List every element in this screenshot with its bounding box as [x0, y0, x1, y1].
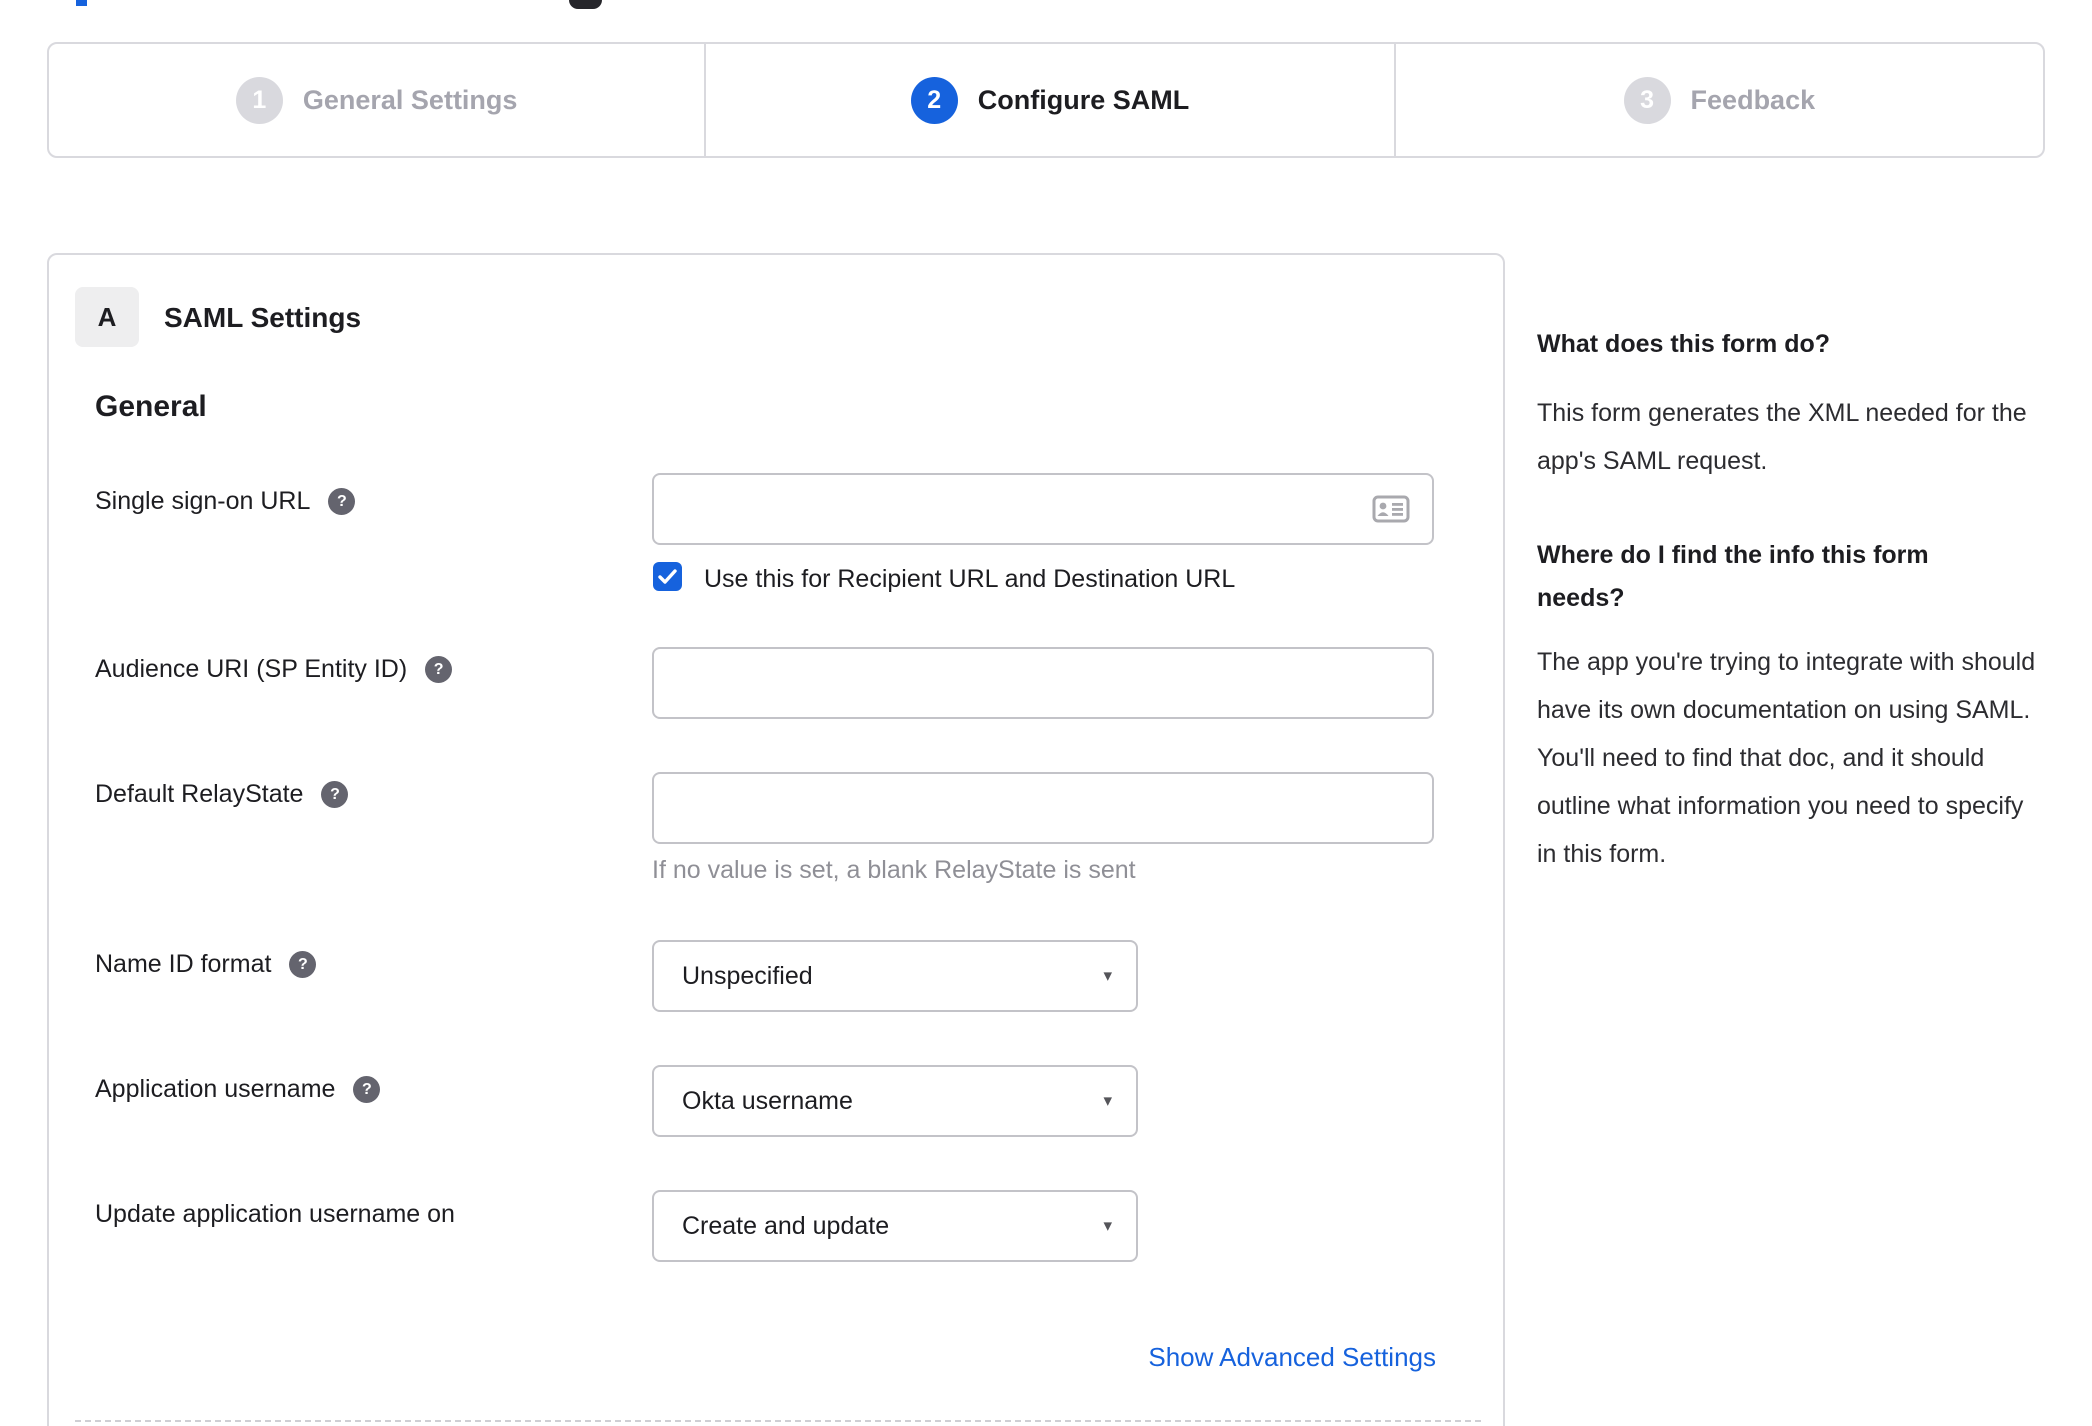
relay-state-input[interactable] [652, 772, 1434, 844]
chevron-down-icon: ▾ [1103, 966, 1112, 985]
update-username-label: Update application username on [95, 1200, 455, 1229]
help-question-2: Where do I find the info this form needs… [1537, 541, 1929, 612]
help-question-1: What does this form do? [1537, 330, 1831, 358]
relay-state-label-text: Default RelayState [95, 780, 304, 808]
app-username-value: Okta username [682, 1086, 853, 1115]
name-id-format-select[interactable]: Unspecified ▾ [652, 940, 1138, 1012]
sso-url-input[interactable] [652, 473, 1434, 545]
section-a-badge: A [75, 287, 139, 347]
recipient-url-checkbox-label[interactable]: Use this for Recipient URL and Destinati… [704, 565, 1235, 594]
audience-uri-input-wrap [652, 647, 1434, 719]
sso-url-label-text: Single sign-on URL [95, 487, 311, 515]
relay-state-hint: If no value is set, a blank RelayState i… [652, 856, 1136, 884]
wizard-stepper: 1 General Settings 2 Configure SAML 3 Fe… [47, 42, 2045, 158]
relay-state-help-icon[interactable]: ? [321, 781, 349, 808]
app-username-label: Application username ? [95, 1075, 381, 1104]
step-2-label: Configure SAML [977, 84, 1190, 115]
chevron-down-icon: ▾ [1103, 1091, 1112, 1110]
relay-state-label: Default RelayState ? [95, 780, 349, 809]
name-id-format-value: Unspecified [682, 961, 813, 990]
name-id-format-label: Name ID format ? [95, 950, 317, 979]
app-username-help-icon[interactable]: ? [353, 1076, 381, 1103]
app-username-select[interactable]: Okta username ▾ [652, 1065, 1138, 1137]
general-section-heading: General [95, 390, 207, 423]
step-3-label: Feedback [1690, 84, 1816, 115]
sso-url-input-wrap [652, 473, 1434, 545]
panel-title: SAML Settings [164, 302, 362, 333]
cutoff-dark-button [569, 0, 602, 9]
audience-uri-label-text: Audience URI (SP Entity ID) [95, 655, 408, 683]
show-advanced-settings-link[interactable]: Show Advanced Settings [1118, 1342, 1436, 1373]
update-username-select[interactable]: Create and update ▾ [652, 1190, 1138, 1262]
help-answer-2: The app you're trying to integrate with … [1537, 648, 2036, 868]
audience-uri-help-icon[interactable]: ? [425, 656, 453, 683]
name-id-format-label-text: Name ID format [95, 950, 272, 978]
app-username-label-text: Application username [95, 1075, 336, 1103]
chevron-down-icon: ▾ [1103, 1216, 1112, 1235]
step-general-settings[interactable]: 1 General Settings [49, 44, 704, 156]
recipient-url-checkbox[interactable] [653, 562, 682, 591]
audience-uri-label: Audience URI (SP Entity ID) ? [95, 655, 453, 684]
cutoff-tab-underline [76, 0, 87, 6]
audience-uri-input[interactable] [652, 647, 1434, 719]
step-2-number-badge: 2 [910, 76, 958, 124]
step-3-number-badge: 3 [1623, 76, 1671, 124]
update-username-value: Create and update [682, 1211, 890, 1240]
section-divider [75, 1420, 1481, 1422]
step-1-label: General Settings [302, 84, 518, 115]
sso-url-help-icon[interactable]: ? [328, 488, 356, 515]
configure-saml-page: 1 General Settings 2 Configure SAML 3 Fe… [0, 0, 2092, 1426]
step-feedback[interactable]: 3 Feedback [1393, 44, 2043, 156]
update-username-label-text: Update application username on [95, 1200, 455, 1228]
step-configure-saml[interactable]: 2 Configure SAML [704, 44, 1393, 156]
checkmark-icon [658, 569, 677, 584]
relay-state-input-wrap [652, 772, 1434, 844]
step-1-number-badge: 1 [235, 76, 283, 124]
help-answer-1: This form generates the XML needed for t… [1537, 399, 2027, 475]
name-id-format-help-icon[interactable]: ? [289, 951, 317, 978]
sso-url-label: Single sign-on URL ? [95, 487, 356, 516]
contact-card-icon[interactable] [1372, 495, 1410, 528]
